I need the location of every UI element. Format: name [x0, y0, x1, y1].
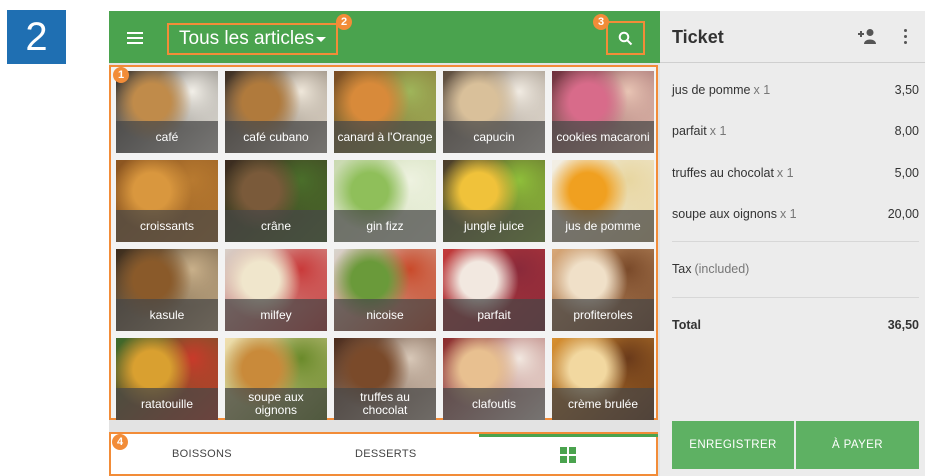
item-tile[interactable]: kasule: [116, 249, 218, 331]
item-tile[interactable]: capucin: [443, 71, 545, 153]
tax-row: Tax (included): [672, 262, 749, 276]
items-grid: café café cubano canard à l'Orange capucin c…: [116, 71, 654, 420]
tab-boissons[interactable]: BOISSONS: [172, 448, 232, 460]
item-tile-label: gin fizz: [334, 210, 436, 242]
line-item-qty: x 1: [753, 83, 771, 97]
item-tile-label: crème brulée: [552, 388, 654, 420]
item-tile[interactable]: cookies macaroni: [552, 71, 654, 153]
item-tile-label: croissants: [116, 210, 218, 242]
tax-note: (included): [694, 262, 750, 276]
item-tile-label: jus de pomme: [552, 210, 654, 242]
ticket-pane: Ticket jus de pomme x 1 3,50 parfait x 1 8…: [660, 11, 925, 476]
item-tile[interactable]: truffes au chocolat: [334, 338, 436, 420]
divider: [672, 241, 919, 242]
save-ticket-button[interactable]: ENREGISTRER: [672, 421, 794, 469]
line-item-name: truffes au chocolat: [672, 166, 774, 180]
ticket-line-item[interactable]: jus de pomme x 1 3,50: [672, 83, 919, 99]
item-tile-label: soupe aux oignons: [225, 388, 327, 420]
item-tile-label: parfait: [443, 299, 545, 331]
line-item-price: 5,00: [894, 166, 919, 180]
item-tile-label: cookies macaroni: [552, 121, 654, 153]
total-value: 36,50: [887, 318, 919, 332]
item-tile-label: truffes au chocolat: [334, 388, 436, 420]
item-tile[interactable]: nicoise: [334, 249, 436, 331]
pos-app-window: Tous les articles 2 3 café café cubano can…: [109, 11, 925, 476]
line-item-name: soupe aux oignons: [672, 207, 777, 221]
item-tile-label: profiteroles: [552, 299, 654, 331]
item-tile-label: crâne: [225, 210, 327, 242]
app-bar: Tous les articles 2 3: [109, 11, 660, 63]
callout-3: 3: [593, 14, 609, 30]
screenshot: 2 Tous les articles 2 3 café café cubano…: [0, 0, 925, 476]
callout-1: 1: [113, 67, 129, 83]
ticket-line-item[interactable]: soupe aux oignons x 1 20,00: [672, 207, 919, 223]
item-tile-label: clafoutis: [443, 388, 545, 420]
grid-view-icon[interactable]: [560, 447, 576, 463]
ticket-line-item[interactable]: truffes au chocolat x 1 5,00: [672, 166, 919, 182]
item-tile[interactable]: café: [116, 71, 218, 153]
category-tab-bar: BOISSONS DESSERTS: [109, 432, 658, 476]
item-tile[interactable]: clafoutis: [443, 338, 545, 420]
item-tile-label: canard à l'Orange: [334, 121, 436, 153]
total-label: Total: [672, 318, 701, 332]
items-grid-panel: café café cubano canard à l'Orange capucin c…: [109, 65, 658, 420]
line-item-name: parfait: [672, 124, 707, 138]
ticket-header: Ticket: [660, 11, 925, 63]
ticket-line-item[interactable]: parfait x 1 8,00: [672, 124, 919, 140]
item-tile-label: milfey: [225, 299, 327, 331]
item-tile[interactable]: parfait: [443, 249, 545, 331]
more-vert-icon[interactable]: [903, 28, 909, 46]
item-tile[interactable]: jus de pomme: [552, 160, 654, 242]
item-tile[interactable]: milfey: [225, 249, 327, 331]
callout-2: 2: [336, 14, 352, 30]
item-tile-label: kasule: [116, 299, 218, 331]
item-tile-label: capucin: [443, 121, 545, 153]
caret-down-icon: [316, 37, 326, 42]
ticket-title: Ticket: [672, 27, 724, 47]
line-item-price: 3,50: [894, 83, 919, 97]
items-pane: Tous les articles 2 3 café café cubano can…: [109, 11, 660, 476]
add-person-icon[interactable]: [857, 28, 877, 44]
search-button[interactable]: [606, 21, 645, 55]
item-tile[interactable]: café cubano: [225, 71, 327, 153]
line-item-qty: x 1: [776, 166, 794, 180]
active-tab-indicator: [479, 434, 658, 437]
tax-label: Tax: [672, 262, 692, 276]
item-tile[interactable]: ratatouille: [116, 338, 218, 420]
item-tile-label: café cubano: [225, 121, 327, 153]
item-tile-label: jungle juice: [443, 210, 545, 242]
line-item-price: 20,00: [887, 207, 919, 221]
item-tile[interactable]: crème brulée: [552, 338, 654, 420]
item-tile-label: nicoise: [334, 299, 436, 331]
callout-4: 4: [112, 434, 128, 450]
line-item-qty: x 1: [709, 124, 727, 138]
item-tile-label: café: [116, 121, 218, 153]
item-tile[interactable]: croissants: [116, 160, 218, 242]
hamburger-menu-icon[interactable]: [123, 26, 147, 50]
category-dropdown-label: Tous les articles: [179, 28, 315, 49]
item-tile[interactable]: canard à l'Orange: [334, 71, 436, 153]
divider: [672, 297, 919, 298]
item-tile[interactable]: profiteroles: [552, 249, 654, 331]
line-item-price: 8,00: [894, 124, 919, 138]
item-tile[interactable]: gin fizz: [334, 160, 436, 242]
item-tile[interactable]: jungle juice: [443, 160, 545, 242]
item-tile[interactable]: crâne: [225, 160, 327, 242]
tab-desserts[interactable]: DESSERTS: [355, 448, 417, 460]
pay-button[interactable]: À PAYER: [796, 421, 919, 469]
category-dropdown[interactable]: Tous les articles: [167, 23, 338, 55]
item-tile-label: ratatouille: [116, 388, 218, 420]
line-item-name: jus de pomme: [672, 83, 751, 97]
search-icon: [618, 31, 633, 46]
line-item-qty: x 1: [779, 207, 797, 221]
step-number-badge: 2: [7, 10, 66, 64]
item-tile[interactable]: soupe aux oignons: [225, 338, 327, 420]
